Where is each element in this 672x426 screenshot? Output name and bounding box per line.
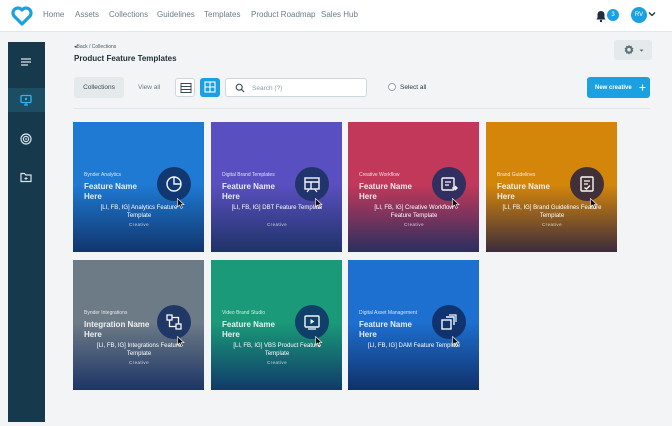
card-category: Brand Guidelines bbox=[497, 172, 536, 178]
guidelines-check-icon bbox=[580, 176, 594, 192]
plus-icon bbox=[639, 84, 646, 91]
card-icon-badge bbox=[432, 305, 466, 339]
search-icon bbox=[235, 83, 245, 93]
list-view-icon bbox=[180, 83, 192, 93]
card-type: Creative bbox=[267, 222, 287, 227]
card-feature-name: Feature Name Here bbox=[222, 320, 275, 339]
new-creative-label: New creative bbox=[595, 84, 632, 91]
nav-sales-hub[interactable]: Sales Hub bbox=[321, 10, 358, 19]
card-icon-badge bbox=[157, 305, 191, 339]
tab-view-all[interactable]: View all bbox=[138, 84, 160, 91]
top-navigation: Home Assets Collections Guidelines Templ… bbox=[0, 0, 672, 32]
nav-product-roadmap[interactable]: Product Roadmap bbox=[251, 10, 315, 19]
card-title: [LI, FB, IG] Creative Workflow Feature T… bbox=[374, 205, 454, 219]
page-title: Product Feature Templates bbox=[74, 54, 177, 63]
card-title: [LI, FB, IG] Analytics Feature Template bbox=[100, 205, 178, 219]
user-avatar[interactable]: RV bbox=[631, 7, 647, 23]
card-feature-name: Feature Name Here bbox=[497, 182, 550, 201]
notification-badge: 3 bbox=[607, 9, 619, 21]
nav-guidelines[interactable]: Guidelines bbox=[157, 10, 195, 19]
menu-icon[interactable] bbox=[19, 55, 33, 69]
card-category: Bynder Integrations bbox=[84, 310, 128, 316]
card-type: Creative bbox=[129, 360, 149, 365]
target-icon[interactable] bbox=[19, 132, 33, 146]
nav-home[interactable]: Home bbox=[43, 10, 64, 19]
creative-card[interactable]: Digital Asset Management Feature Name He… bbox=[348, 260, 479, 390]
workflow-doc-icon bbox=[441, 177, 458, 191]
card-feature-name: Feature Name Here bbox=[222, 182, 275, 201]
template-layout-icon bbox=[304, 177, 320, 193]
card-category: Digital Brand Templates bbox=[222, 172, 275, 178]
bynder-logo-icon[interactable] bbox=[11, 5, 33, 27]
breadcrumb-text: Back / Collections bbox=[76, 44, 117, 50]
card-type: Creative bbox=[404, 222, 424, 227]
card-icon-badge bbox=[432, 167, 466, 201]
card-icon-badge bbox=[570, 167, 604, 201]
card-feature-name: Feature Name Here bbox=[359, 182, 412, 201]
search-box[interactable] bbox=[225, 78, 367, 97]
card-icon-badge bbox=[157, 167, 191, 201]
creative-card[interactable]: Bynder Analytics Feature Name Here [LI, … bbox=[73, 122, 204, 252]
card-icon-badge bbox=[295, 305, 329, 339]
gear-icon bbox=[624, 44, 634, 55]
creative-card[interactable]: Digital Brand Templates Feature Name Her… bbox=[211, 122, 342, 252]
card-category: Video Brand Studio bbox=[222, 310, 265, 316]
integration-flow-icon bbox=[166, 314, 182, 330]
card-feature-name: Feature Name Here bbox=[359, 320, 412, 339]
new-creative-button[interactable]: New creative bbox=[587, 77, 650, 98]
creative-card[interactable]: Creative Workflow Feature Name Here [LI,… bbox=[348, 122, 479, 252]
video-play-icon bbox=[304, 315, 320, 330]
card-title: [LI, FB, IG] DAM Feature Template bbox=[367, 343, 461, 349]
card-icon-badge bbox=[295, 167, 329, 201]
card-feature-name: Integration Name Here bbox=[84, 320, 150, 339]
tab-collections[interactable]: Collections bbox=[74, 77, 124, 98]
nav-templates[interactable]: Templates bbox=[204, 10, 240, 19]
card-title: [LI, FB, IG] Integrations Feature Templa… bbox=[96, 343, 182, 357]
bell-icon[interactable] bbox=[594, 9, 608, 23]
creative-card[interactable]: Brand Guidelines Feature Name Here [LI, … bbox=[486, 122, 617, 252]
card-type: Creative bbox=[542, 222, 562, 227]
creative-card[interactable]: Video Brand Studio Feature Name Here [LI… bbox=[211, 260, 342, 390]
card-title: [LI, FB, IG] DBT Feature Template bbox=[231, 205, 323, 211]
breadcrumb[interactable]: ◂Back / Collections bbox=[74, 44, 116, 50]
settings-button[interactable] bbox=[614, 40, 652, 60]
card-type: Creative bbox=[267, 360, 287, 365]
creative-monitor-icon[interactable] bbox=[19, 93, 33, 107]
card-category: Digital Asset Management bbox=[359, 310, 418, 316]
select-all-checkbox[interactable] bbox=[388, 83, 396, 91]
grid-view-icon bbox=[204, 81, 216, 93]
card-feature-name: Feature Name Here bbox=[84, 182, 137, 201]
list-view-button[interactable] bbox=[175, 78, 195, 97]
creative-card[interactable]: Bynder Integrations Integration Name Her… bbox=[73, 260, 204, 390]
folder-icon[interactable] bbox=[19, 170, 33, 184]
asset-stack-icon bbox=[441, 314, 457, 330]
chevron-down-icon[interactable] bbox=[648, 10, 656, 18]
caret-down-icon bbox=[639, 49, 644, 52]
nav-collections[interactable]: Collections bbox=[109, 10, 148, 19]
nav-assets[interactable]: Assets bbox=[75, 10, 99, 19]
select-all-label[interactable]: Select all bbox=[400, 84, 426, 91]
card-type: Creative bbox=[129, 222, 149, 227]
search-input[interactable] bbox=[252, 83, 362, 93]
pie-chart-icon bbox=[166, 176, 182, 192]
divider bbox=[74, 108, 650, 109]
card-title: [LI, FB, IG] VBS Product Feature Templat… bbox=[233, 343, 321, 357]
grid-view-button[interactable] bbox=[200, 78, 220, 97]
card-title: [LI, FB, IG] Brand Guidelines Feature Te… bbox=[502, 205, 602, 219]
card-category: Creative Workflow bbox=[359, 172, 400, 178]
card-category: Bynder Analytics bbox=[84, 172, 121, 178]
